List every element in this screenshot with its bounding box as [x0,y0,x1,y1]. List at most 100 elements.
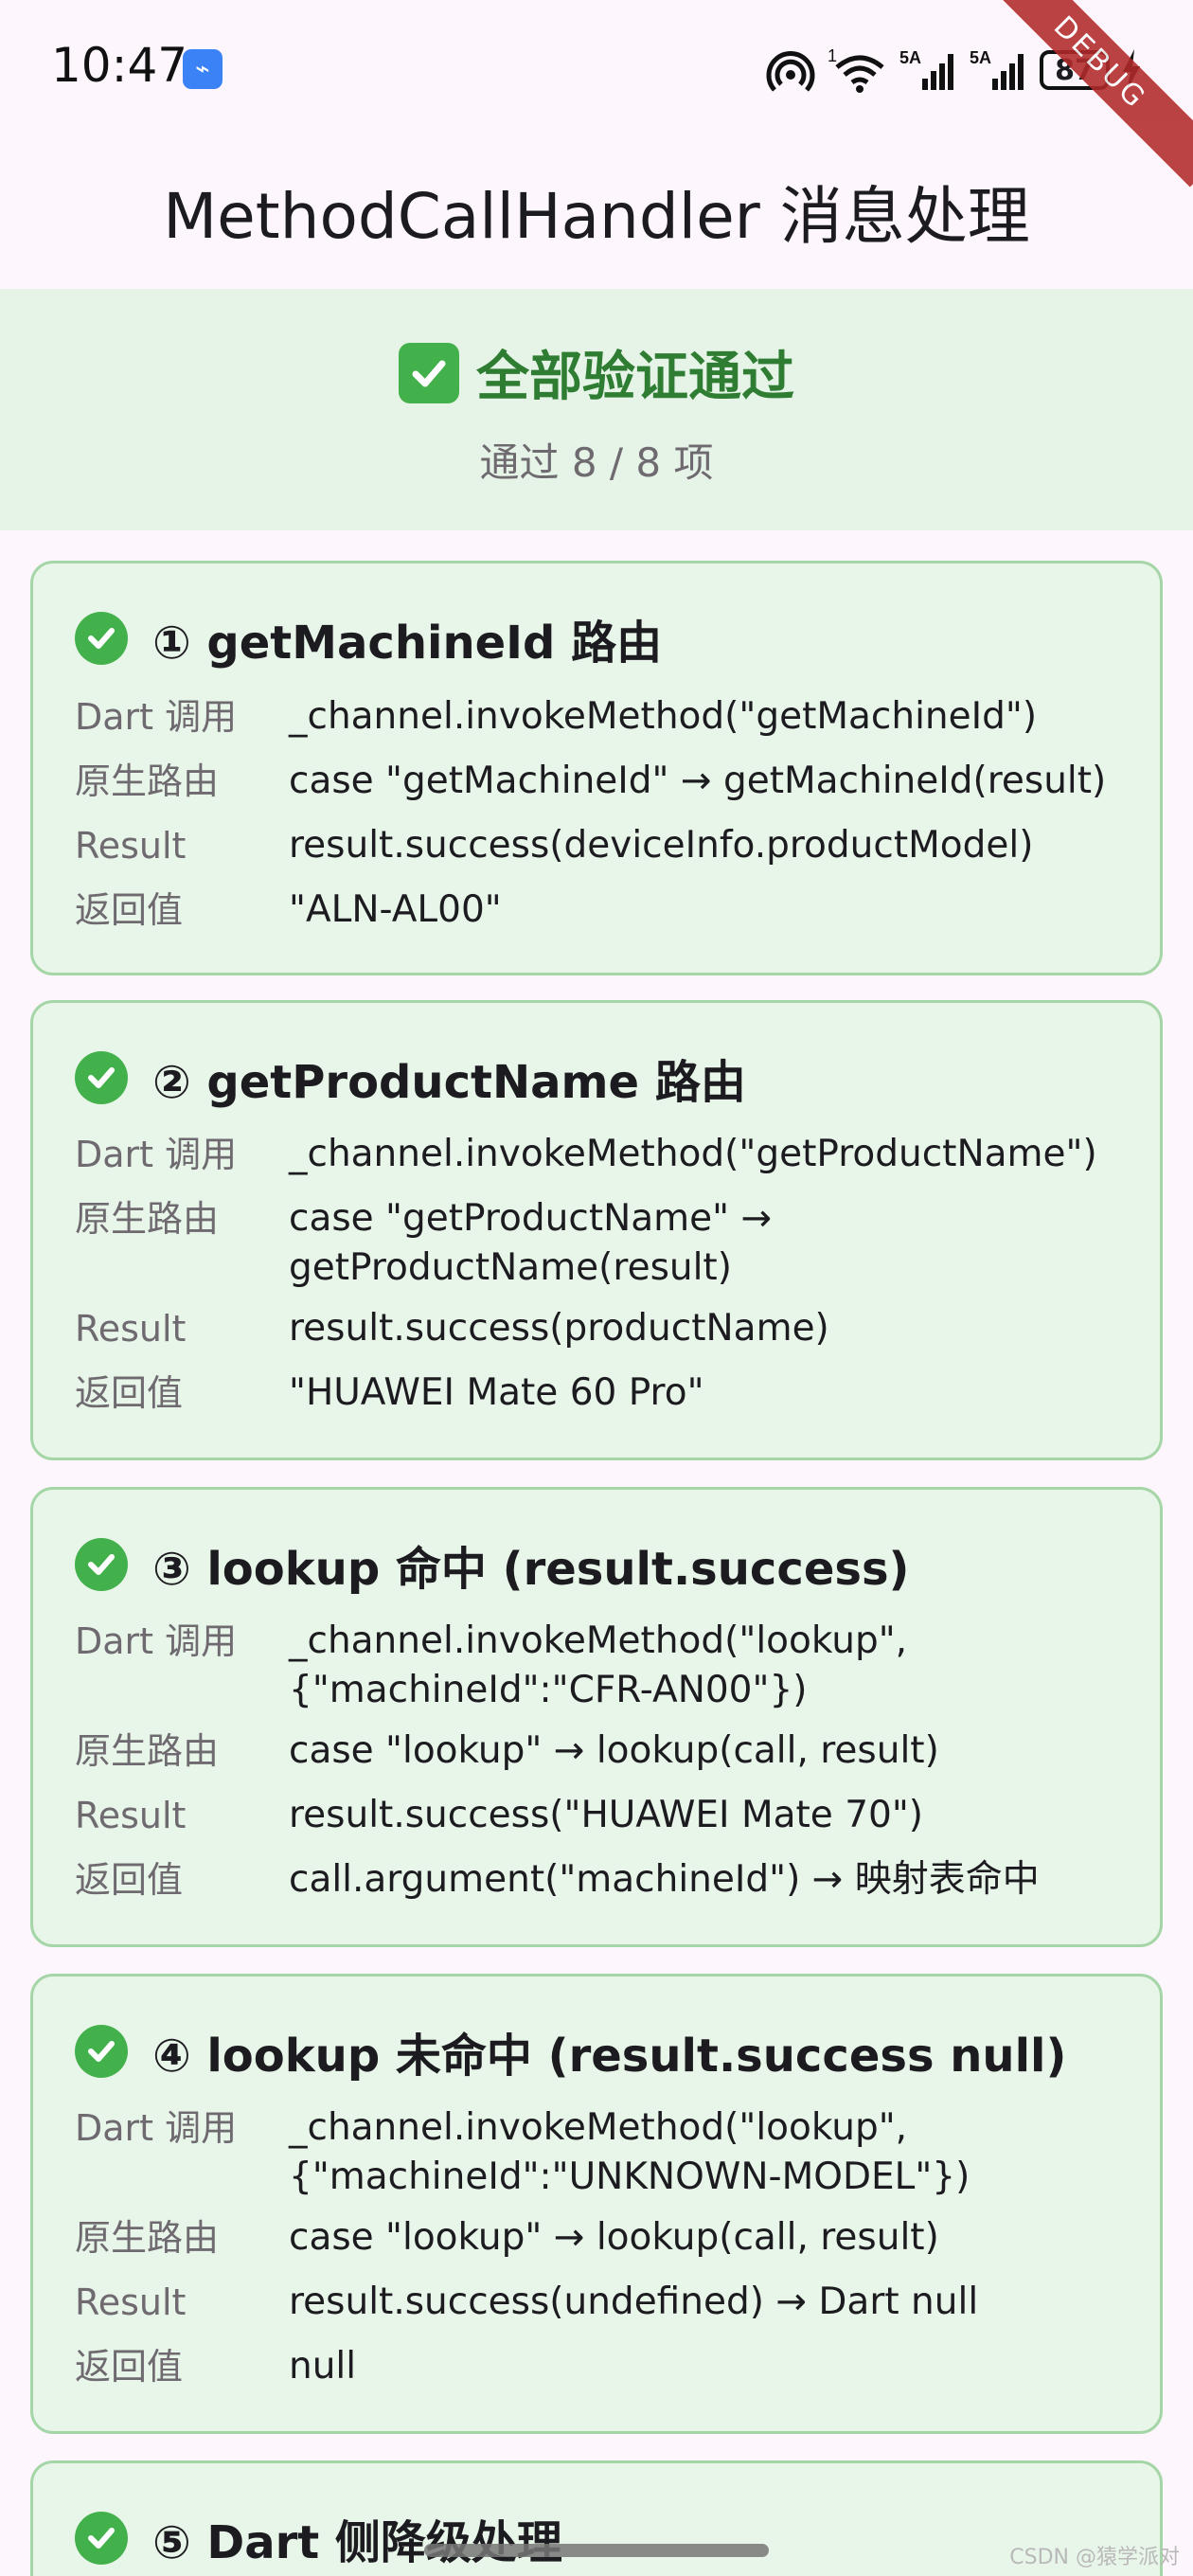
row-label: 返回值 [75,889,184,931]
row-value-line: result.success(deviceInfo.productModel) [289,824,1034,867]
row-value-line: "ALN-AL00" [289,888,502,931]
app-screen: 10:47 ⌁ 1 5A 5A DEBUG MethodCallHandler … [0,0,1193,2576]
row-label: Dart 调用 [75,2107,238,2149]
row-value: "ALN-AL00" [289,886,1122,935]
result-card-dart-fallback: ⑤ Dart 侧降级处理 [30,2460,1163,2576]
row-label: 返回值 [75,2346,184,2388]
wifi-icon: 1 [828,46,884,93]
card-header: ② getProductName 路由 [75,1045,746,1111]
row-value-line: case "lookup" → lookup(call, result) [289,1729,939,1772]
home-indicator[interactable] [424,2544,769,2557]
row-native-route: 原生路由 case "lookup" → lookup(call, result… [75,2213,1135,2263]
row-dart-call: Dart 调用 _channel.invokeMethod("lookup", … [75,1617,1135,1715]
row-value-line: _channel.invokeMethod("lookup", [289,2106,908,2149]
row-value: case "lookup" → lookup(call, result) [289,1726,1122,1776]
row-value: result.success(deviceInfo.productModel) [289,821,1122,870]
row-value: call.argument("machineId") → 映射表命中 [289,1855,1122,1905]
signal-5a-icon-2: 5A [970,48,1024,90]
row-value: case "lookup" → lookup(call, result) [289,2213,1122,2263]
row-result: Result result.success("HUAWEI Mate 70") [75,1791,1135,1840]
row-value-line: {"machineId":"UNKNOWN-MODEL"}) [289,2156,970,2198]
row-native-route: 原生路由 case "lookup" → lookup(call, result… [75,1726,1135,1776]
row-value-line: case "getMachineId" → getMachineId(resul… [289,760,1107,802]
row-value-line: case "lookup" → lookup(call, result) [289,2216,939,2259]
row-result: Result result.success(productName) [75,1304,1135,1353]
card-title: ④ lookup 未命中 (result.success null) [152,2030,1067,2083]
row-value: result.success("HUAWEI Mate 70") [289,1791,1122,1840]
row-result: Result result.success(deviceInfo.product… [75,821,1135,870]
check-box-icon [399,342,459,403]
row-label: Dart 调用 [75,696,238,738]
result-card-lookup-miss: ④ lookup 未命中 (result.success null) Dart … [30,1974,1163,2434]
check-circle-icon [75,1051,128,1104]
row-native-route: 原生路由 case "getProductName" → getProductN… [75,1194,1135,1293]
row-dart-call: Dart 调用 _channel.invokeMethod("getMachin… [75,692,1135,742]
row-label: Result [75,825,187,867]
row-label: 原生路由 [75,1730,220,1772]
usb-icon: ⌁ [183,49,223,89]
row-value-line: call.argument("machineId") → 映射表命中 [289,1858,1040,1901]
row-dart-call: Dart 调用 _channel.invokeMethod("getProduc… [75,1130,1135,1179]
row-value-line: _channel.invokeMethod("getMachineId") [289,695,1038,738]
row-label: 原生路由 [75,2217,220,2259]
row-value: _channel.invokeMethod("lookup", {"machin… [289,2103,1122,2202]
signal-5a-icon-1: 5A [899,48,953,90]
card-header: ③ lookup 命中 (result.success) [75,1531,909,1598]
row-return-value: 返回值 "HUAWEI Mate 60 Pro" [75,1368,1135,1418]
hotspot-icon [766,51,815,92]
check-circle-icon [75,1538,128,1591]
row-value-line: "HUAWEI Mate 60 Pro" [289,1371,704,1414]
row-value: _channel.invokeMethod("lookup", {"machin… [289,1617,1122,1715]
summary-banner: 全部验证通过 通过 8 / 8 项 [0,289,1193,530]
row-label: 原生路由 [75,1198,220,1240]
row-value-line: _channel.invokeMethod("getProductName") [289,1133,1097,1175]
check-circle-icon [75,2025,128,2078]
card-title: ① getMachineId 路由 [152,617,663,670]
row-dart-call: Dart 调用 _channel.invokeMethod("lookup", … [75,2103,1135,2202]
row-result: Result result.success(undefined) → Dart … [75,2278,1135,2327]
row-value: _channel.invokeMethod("getMachineId") [289,692,1122,742]
row-label: Result [75,1795,187,1836]
row-return-value: 返回值 null [75,2342,1135,2391]
row-label: Dart 调用 [75,1620,238,1662]
svg-text:5A: 5A [899,48,921,67]
row-value-line: case "getProductName" → [289,1197,773,1240]
row-label: Dart 调用 [75,1134,238,1175]
row-label: Result [75,2281,187,2323]
svg-text:1: 1 [828,46,837,65]
row-value: null [289,2342,1122,2391]
row-value-line: result.success("HUAWEI Mate 70") [289,1794,923,1836]
card-title: ⑤ Dart 侧降级处理 [152,2516,562,2569]
card-header: ① getMachineId 路由 [75,605,662,671]
row-value-line: result.success(undefined) → Dart null [289,2281,979,2323]
app-bar: MethodCallHandler 消息处理 [0,133,1193,289]
summary-title: 全部验证通过 [476,347,794,408]
card-title: ② getProductName 路由 [152,1056,746,1109]
row-value: case "getMachineId" → getMachineId(resul… [289,757,1122,806]
row-label: 返回值 [75,1859,184,1901]
card-header: ⑤ Dart 侧降级处理 [75,2505,562,2571]
summary-header: 全部验证通过 [0,334,1193,411]
row-value: result.success(undefined) → Dart null [289,2278,1122,2327]
card-header: ④ lookup 未命中 (result.success null) [75,2018,1066,2084]
row-value-line: {"machineId":"CFR-AN00"}) [289,1669,808,1711]
row-return-value: 返回值 call.argument("machineId") → 映射表命中 [75,1855,1135,1905]
status-bar: 10:47 ⌁ 1 5A 5A [0,0,1193,133]
check-circle-icon [75,612,128,665]
row-value: case "getProductName" → getProductName(r… [289,1194,1122,1293]
watermark: CSDN @猿学派对 [1009,2546,1180,2569]
row-value: "HUAWEI Mate 60 Pro" [289,1368,1122,1418]
svg-text:5A: 5A [970,48,991,67]
summary-count: 通过 8 / 8 项 [479,439,714,486]
card-title: ③ lookup 命中 (result.success) [152,1543,910,1596]
row-native-route: 原生路由 case "getMachineId" → getMachineId(… [75,757,1135,806]
row-value-line: null [289,2345,357,2388]
row-value-line: _channel.invokeMethod("lookup", [289,1619,908,1662]
row-value: _channel.invokeMethod("getProductName") [289,1130,1122,1179]
row-value-line: getProductName(result) [289,1246,732,1289]
row-value-line: result.success(productName) [289,1307,829,1350]
check-circle-icon [75,2512,128,2565]
result-card-getproductname: ② getProductName 路由 Dart 调用 _channel.inv… [30,1000,1163,1460]
row-value: result.success(productName) [289,1304,1122,1353]
page-title: MethodCallHandler 消息处理 [163,179,1030,253]
